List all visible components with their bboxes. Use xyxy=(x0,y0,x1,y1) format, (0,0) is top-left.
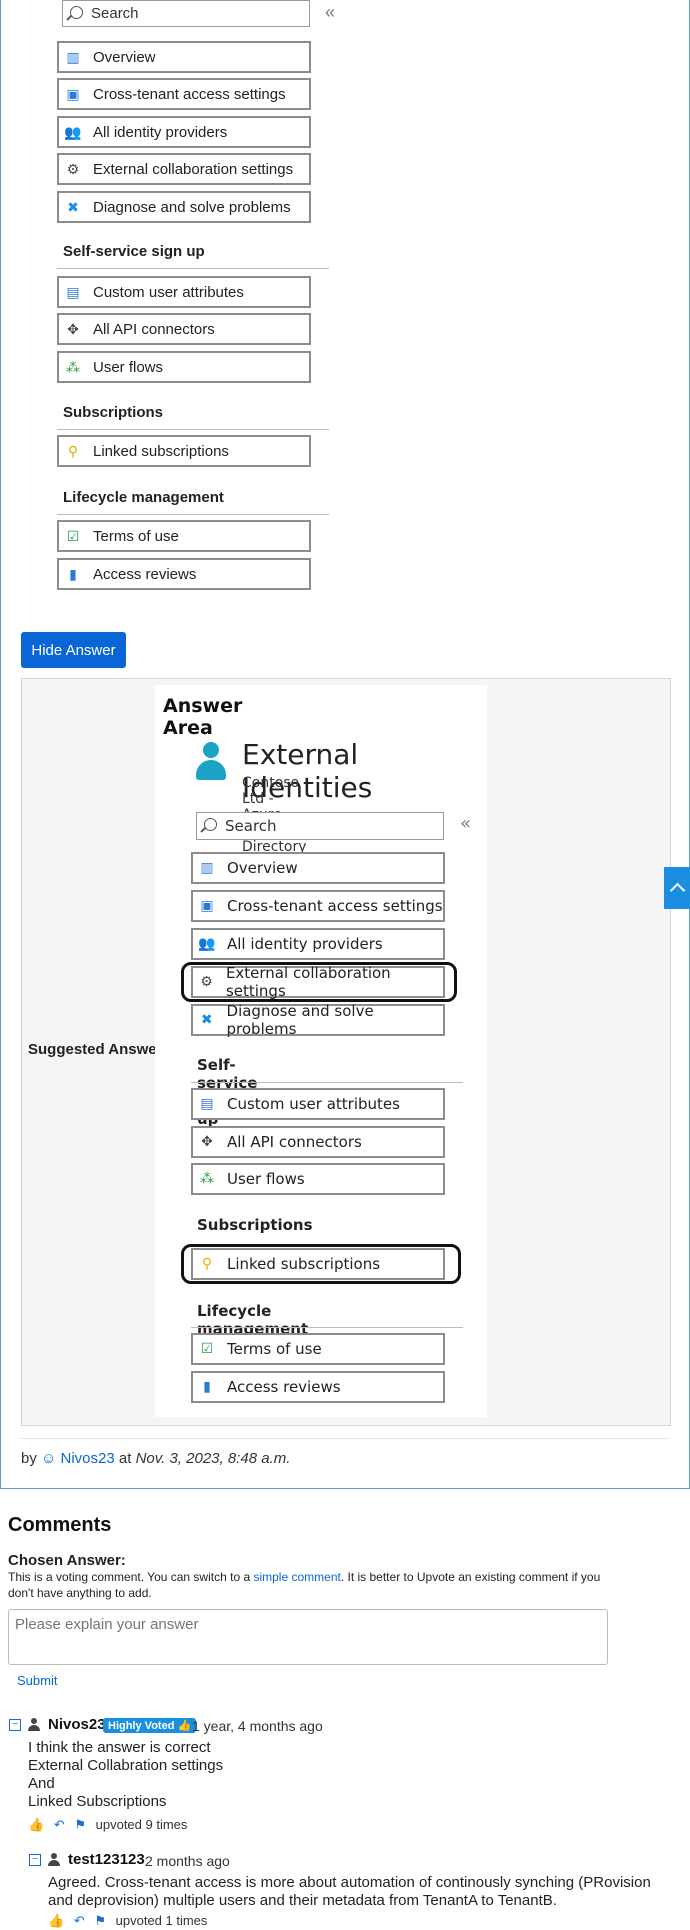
answer-textarea[interactable] xyxy=(8,1609,608,1665)
byline: by ☺ Nivos23 at Nov. 3, 2023, 8:48 a.m. xyxy=(21,1450,291,1467)
monitor-icon: ▣ xyxy=(66,85,80,102)
answer-item-cross-tenant[interactable]: ▣ Cross-tenant access settings xyxy=(191,890,445,922)
card-icon: ▤ xyxy=(66,283,80,300)
hide-answer-button[interactable]: Hide Answer xyxy=(21,632,126,668)
divider xyxy=(57,268,329,269)
check-doc-icon: ☑ xyxy=(66,527,80,544)
answer-item-overview[interactable]: ▥ Overview xyxy=(191,852,445,884)
card-icon: ▤ xyxy=(200,1096,214,1112)
menu-item-access-reviews[interactable]: ▮ Access reviews xyxy=(57,558,311,590)
menu-item-external-collaboration[interactable]: ⚙ External collaboration settings xyxy=(57,153,311,185)
comment-actions: 👍 ↶ ⚑ upvoted 9 times xyxy=(28,1817,188,1832)
author-link[interactable]: ☺ Nivos23 xyxy=(41,1450,115,1467)
answer-search-input[interactable]: Search xyxy=(196,812,444,840)
answer-item-terms-of-use[interactable]: ☑ Terms of use xyxy=(191,1333,445,1365)
divider xyxy=(191,1327,463,1328)
key-icon: ⚲ xyxy=(67,442,79,459)
comment-time: 1 year, 4 months ago xyxy=(192,1718,323,1734)
wrench-icon: ✖ xyxy=(67,198,79,215)
divider xyxy=(57,429,329,430)
overview-icon: ▥ xyxy=(66,48,80,65)
connector-icon: ✥ xyxy=(201,1134,213,1150)
section-self-service: Self-service sign up xyxy=(63,243,205,260)
connector-icon: ✥ xyxy=(67,320,79,337)
external-identities-icon xyxy=(196,742,226,784)
voting-note: This is a voting comment. You can switch… xyxy=(8,1570,601,1600)
collapse-comment-icon[interactable]: − xyxy=(29,1854,41,1866)
collapse-comment-icon[interactable]: − xyxy=(9,1719,21,1731)
users-icon: 👥 xyxy=(64,123,82,140)
divider xyxy=(21,1438,669,1439)
menu-item-api-connectors[interactable]: ✥ All API connectors xyxy=(57,313,311,345)
gear-icon: ⚙ xyxy=(66,160,80,177)
answer-item-user-flows[interactable]: ⁂ User flows xyxy=(191,1163,445,1195)
comment-user[interactable]: test123123 xyxy=(68,1851,145,1868)
menu-item-identity-providers[interactable]: 👥 All identity providers xyxy=(57,116,311,148)
flag-icon[interactable]: ⚑ xyxy=(94,1913,106,1928)
thumbs-up-icon: 👍 xyxy=(177,1720,192,1732)
highlight-linked-subscriptions xyxy=(181,1244,461,1284)
divider xyxy=(57,514,329,515)
menu-item-overview[interactable]: ▥ Overview xyxy=(57,41,311,73)
comment-time: 2 months ago xyxy=(145,1853,230,1869)
answer-item-api-connectors[interactable]: ✥ All API connectors xyxy=(191,1126,445,1158)
menu-item-diagnose[interactable]: ✖ Diagnose and solve problems xyxy=(57,191,311,223)
check-doc-icon: ☑ xyxy=(200,1341,214,1357)
flow-icon: ⁂ xyxy=(200,1171,214,1187)
highly-voted-badge: Highly Voted 👍 xyxy=(103,1718,197,1733)
menu-item-terms-of-use[interactable]: ☑ Terms of use xyxy=(57,520,311,552)
comment-body: I think the answer is correct External C… xyxy=(28,1739,224,1810)
chosen-answer-label: Chosen Answer: xyxy=(8,1552,126,1569)
answer-item-access-reviews[interactable]: ▮ Access reviews xyxy=(191,1371,445,1403)
submit-link[interactable]: Submit xyxy=(17,1673,57,1688)
section-lifecycle: Lifecycle management xyxy=(63,489,224,506)
answer-area-heading: Answer Area xyxy=(163,695,243,739)
comment-body: Agreed. Cross-tenant access is more abou… xyxy=(48,1874,651,1909)
thumbs-up-icon[interactable]: 👍 xyxy=(28,1817,44,1832)
reply-icon[interactable]: ↶ xyxy=(74,1913,85,1928)
simple-comment-link[interactable]: simple comment xyxy=(253,1570,340,1584)
search-icon xyxy=(204,818,217,831)
menu-item-custom-attributes[interactable]: ▤ Custom user attributes xyxy=(57,276,311,308)
book-icon: ▮ xyxy=(203,1379,211,1395)
search-input[interactable]: Search xyxy=(62,0,310,27)
flow-icon: ⁂ xyxy=(66,358,80,375)
collapse-icon[interactable]: « xyxy=(460,813,471,834)
section-subscriptions: Subscriptions xyxy=(63,404,164,421)
overview-icon: ▥ xyxy=(200,860,214,876)
reply-icon[interactable]: ↶ xyxy=(54,1817,65,1832)
users-icon: 👥 xyxy=(198,936,216,952)
thumbs-up-icon[interactable]: 👍 xyxy=(48,1913,64,1928)
menu-item-user-flows[interactable]: ⁂ User flows xyxy=(57,351,311,383)
comment-user[interactable]: Nivos23 xyxy=(48,1716,106,1733)
monitor-icon: ▣ xyxy=(200,898,214,914)
collapse-icon[interactable]: « xyxy=(325,2,335,23)
book-icon: ▮ xyxy=(69,565,77,582)
comments-heading: Comments xyxy=(8,1514,112,1536)
highlight-external-collaboration xyxy=(181,962,457,1002)
menu-item-cross-tenant[interactable]: ▣ Cross-tenant access settings xyxy=(57,78,311,110)
wrench-icon: ✖ xyxy=(200,1012,213,1028)
flag-icon[interactable]: ⚑ xyxy=(74,1817,86,1832)
scroll-up-icon[interactable] xyxy=(664,867,690,909)
search-icon xyxy=(70,6,83,19)
menu-item-linked-subscriptions[interactable]: ⚲ Linked subscriptions xyxy=(57,435,311,467)
answer-section-subscriptions: Subscriptions xyxy=(197,1216,313,1234)
answer-item-custom-attributes[interactable]: ▤ Custom user attributes xyxy=(191,1088,445,1120)
person-icon xyxy=(28,1718,40,1731)
person-icon xyxy=(48,1853,60,1866)
comment-actions: 👍 ↶ ⚑ upvoted 1 times xyxy=(48,1913,208,1928)
answer-item-identity-providers[interactable]: 👥 All identity providers xyxy=(191,928,445,960)
suggested-answer-label: Suggested Answer: xyxy=(28,1041,168,1058)
answer-item-diagnose[interactable]: ✖ Diagnose and solve problems xyxy=(191,1002,445,1038)
divider xyxy=(191,1082,463,1083)
